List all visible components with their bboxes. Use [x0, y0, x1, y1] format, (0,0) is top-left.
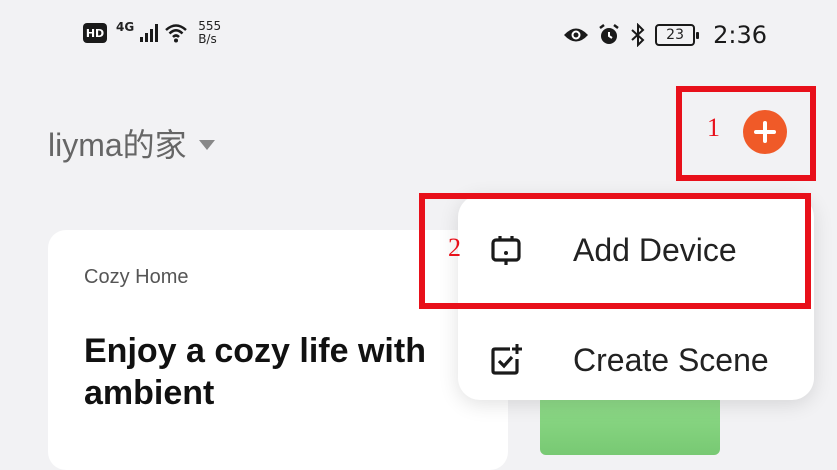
status-bar: HD 4G 555 B/s 23 2:36 — [0, 0, 837, 80]
status-left: HD 4G 555 B/s — [83, 20, 221, 46]
home-name: liyma的家 — [48, 127, 187, 163]
annotation-number-2: 2 — [448, 233, 461, 262]
bluetooth-icon — [631, 23, 645, 47]
eye-icon — [564, 28, 589, 42]
clock: 2:36 — [713, 21, 767, 49]
network-speed: 555 B/s — [198, 20, 221, 46]
battery-indicator: 23 — [655, 24, 700, 46]
annotation-box-2 — [419, 193, 811, 309]
menu-item-create-scene[interactable]: Create Scene — [458, 315, 814, 405]
network-type: 4G — [116, 20, 135, 34]
scene-icon — [491, 344, 522, 375]
card-subtitle: Cozy Home — [84, 266, 189, 288]
signal-icon — [140, 24, 159, 42]
annotation-number-1: 1 — [707, 113, 720, 142]
menu-item-label: Create Scene — [573, 341, 769, 378]
card-headline: Enjoy a cozy life with ambient — [84, 332, 426, 412]
alarm-icon — [599, 24, 619, 44]
wifi-icon — [165, 24, 188, 43]
status-right: 23 2:36 — [563, 21, 767, 49]
annotation-box-1 — [676, 86, 816, 181]
home-selector[interactable]: liyma的家 — [48, 120, 215, 166]
caret-down-icon — [198, 140, 215, 150]
speed-unit: B/s — [198, 32, 217, 46]
hd-badge: HD — [83, 23, 107, 43]
